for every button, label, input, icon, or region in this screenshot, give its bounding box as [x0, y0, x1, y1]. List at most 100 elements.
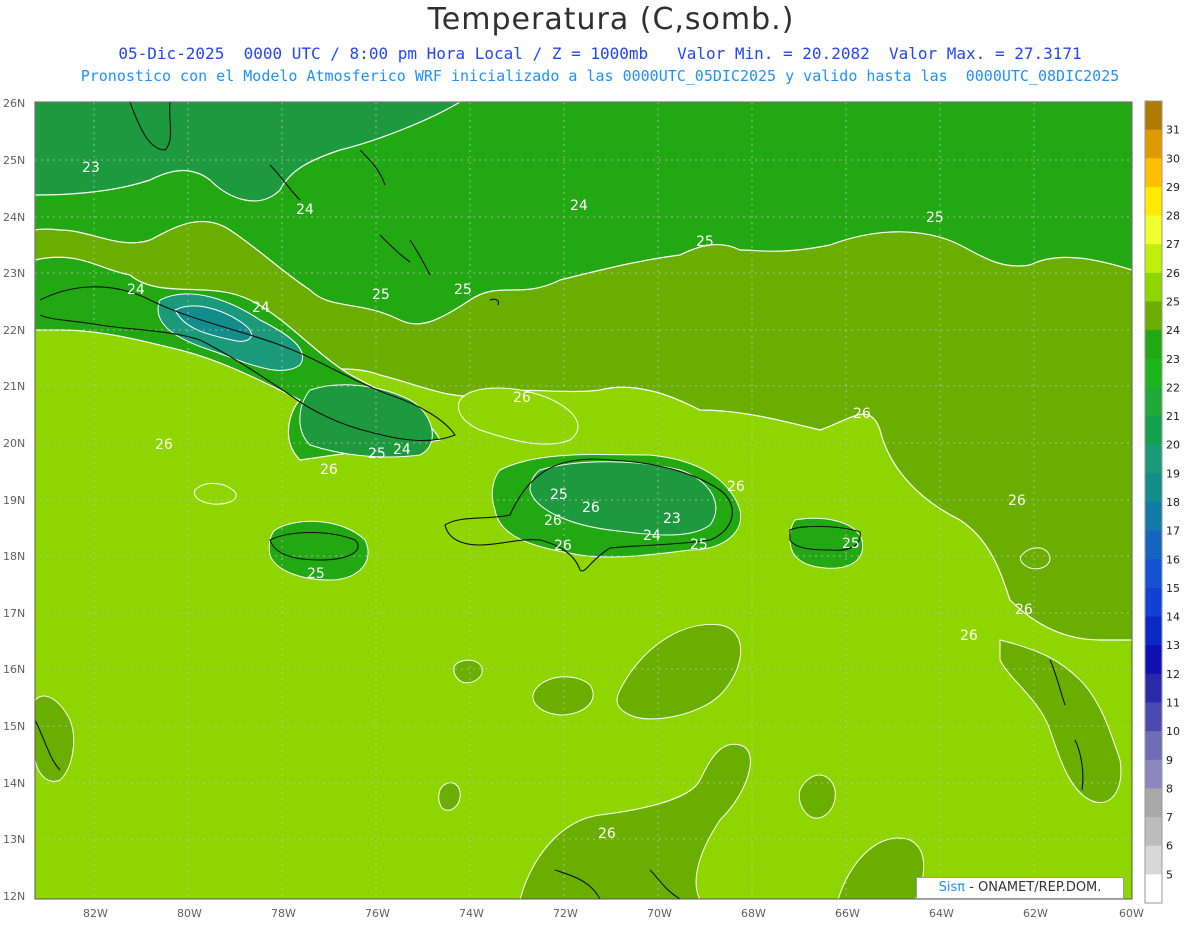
lon-label: 72W — [553, 907, 578, 920]
contour-label: 25 — [690, 537, 708, 553]
lat-label: 19N — [3, 494, 25, 507]
colorbar-swatch — [1145, 215, 1162, 245]
lat-label: 21N — [3, 380, 25, 393]
colorbar-swatch — [1145, 186, 1162, 217]
lat-label: 17N — [3, 607, 25, 620]
colorbar-label: 17 — [1166, 525, 1180, 538]
lon-label: 62W — [1023, 907, 1048, 920]
colorbar-swatch — [1145, 101, 1162, 131]
latitude-axis: 26N 25N 24N 23N 22N 21N 20N 19N 18N 17N … — [3, 97, 25, 903]
colorbar-label: 26 — [1166, 267, 1180, 280]
map-title: Temperatura (C,somb.) — [427, 2, 795, 37]
colorbar-swatch — [1145, 673, 1162, 703]
lat-label: 24N — [3, 211, 25, 224]
colorbar-label: 22 — [1166, 381, 1180, 394]
colorbar-swatch — [1145, 330, 1162, 360]
colorbar-swatch — [1145, 502, 1162, 532]
contour-label: 25 — [372, 287, 390, 303]
colorbar-swatch — [1145, 387, 1162, 417]
colorbar-label: 14 — [1166, 611, 1180, 624]
credit-box: Sisπ - ONAMET/REP.DOM. — [916, 877, 1124, 899]
colorbar-label: 19 — [1166, 467, 1180, 480]
longitude-axis: 82W 80W 78W 76W 74W 72W 70W 68W 66W 64W … — [83, 907, 1144, 920]
contour-label: 23 — [82, 160, 100, 176]
colorbar-swatch — [1145, 874, 1162, 904]
credit-brand: Sisπ — [938, 880, 966, 895]
colorbar-swatch — [1145, 702, 1162, 732]
colorbar-label: 7 — [1166, 811, 1173, 824]
lon-label: 60W — [1119, 907, 1144, 920]
lat-label: 25N — [3, 154, 25, 167]
contour-label: 26 — [960, 628, 978, 644]
contour-label: 25 — [842, 536, 860, 552]
colorbar-swatch — [1145, 272, 1162, 302]
contour-label: 26 — [554, 538, 572, 554]
colorbar-label: 30 — [1166, 152, 1180, 165]
colorbar: 31 30 29 28 27 26 25 24 23 22 21 20 19 18 17 16 15 14 13 12… — [1144, 100, 1180, 904]
colorbar-label: 24 — [1166, 324, 1180, 337]
contour-label: 25 — [454, 282, 472, 298]
map-plot-area: 23 24 24 24 24 25 25 25 25 26 26 26 26 2… — [35, 102, 1132, 899]
contour-label: 25 — [550, 487, 568, 503]
contour-label: 26 — [1015, 602, 1033, 618]
lat-label: 26N — [3, 97, 25, 110]
colorbar-label: 5 — [1166, 868, 1173, 881]
contour-label: 25 — [696, 234, 714, 250]
contour-label: 23 — [663, 511, 681, 527]
lon-label: 82W — [83, 907, 108, 920]
colorbar-label: 6 — [1166, 840, 1173, 853]
colorbar-swatch — [1145, 817, 1162, 847]
contour-label: 24 — [393, 442, 411, 458]
zone-25-south-9 — [453, 659, 483, 684]
colorbar-label: 16 — [1166, 553, 1180, 566]
contour-label: 24 — [570, 198, 588, 214]
lat-label: 22N — [3, 324, 25, 337]
colorbar-swatch — [1145, 731, 1162, 761]
lon-label: 74W — [459, 907, 484, 920]
contour-label: 26 — [1008, 493, 1026, 509]
lon-label: 68W — [741, 907, 766, 920]
colorbar-swatch — [1145, 616, 1162, 646]
colorbar-label: 21 — [1166, 410, 1180, 423]
colorbar-label: 12 — [1166, 668, 1180, 681]
lat-label: 18N — [3, 550, 25, 563]
colorbar-swatch — [1145, 301, 1162, 331]
colorbar-label: 18 — [1166, 496, 1180, 509]
colorbar-swatch — [1145, 759, 1162, 789]
colorbar-swatch — [1145, 559, 1162, 589]
colorbar-swatch — [1145, 845, 1162, 875]
colorbar-swatch — [1145, 788, 1162, 818]
lat-label: 14N — [3, 777, 25, 790]
lon-label: 70W — [647, 907, 672, 920]
contour-label: 24 — [643, 528, 661, 544]
lon-label: 80W — [177, 907, 202, 920]
contour-label: 26 — [727, 479, 745, 495]
colorbar-swatch — [1145, 416, 1162, 446]
contour-label: 24 — [296, 202, 314, 218]
temperature-map: 23 24 24 24 24 25 25 25 25 26 26 26 26 2… — [3, 97, 1180, 920]
colorbar-label: 28 — [1166, 210, 1180, 223]
contour-label: 26 — [320, 462, 338, 478]
contour-label: 25 — [307, 566, 325, 582]
colorbar-label: 31 — [1166, 124, 1180, 137]
colorbar-swatch — [1145, 244, 1162, 274]
lat-label: 12N — [3, 890, 25, 903]
colorbar-label: 13 — [1166, 639, 1180, 652]
colorbar-swatch — [1145, 158, 1162, 188]
colorbar-label: 15 — [1166, 582, 1180, 595]
subtitle-valid-time: 05-Dic-2025 0000 UTC / 8:00 pm Hora Loca… — [118, 44, 1082, 63]
lat-label: 16N — [3, 663, 25, 676]
contour-label: 26 — [582, 500, 600, 516]
colorbar-swatch — [1145, 645, 1162, 675]
contour-label: 25 — [926, 210, 944, 226]
colorbar-swatch — [1145, 358, 1162, 388]
lon-label: 66W — [835, 907, 860, 920]
contour-label: 26 — [155, 437, 173, 453]
colorbar-label: 25 — [1166, 296, 1180, 309]
contour-label: 26 — [513, 390, 531, 406]
colorbar-label: 23 — [1166, 353, 1180, 366]
lon-label: 76W — [365, 907, 390, 920]
lat-label: 15N — [3, 720, 25, 733]
lat-label: 23N — [3, 267, 25, 280]
contour-label: 25 — [368, 446, 386, 462]
